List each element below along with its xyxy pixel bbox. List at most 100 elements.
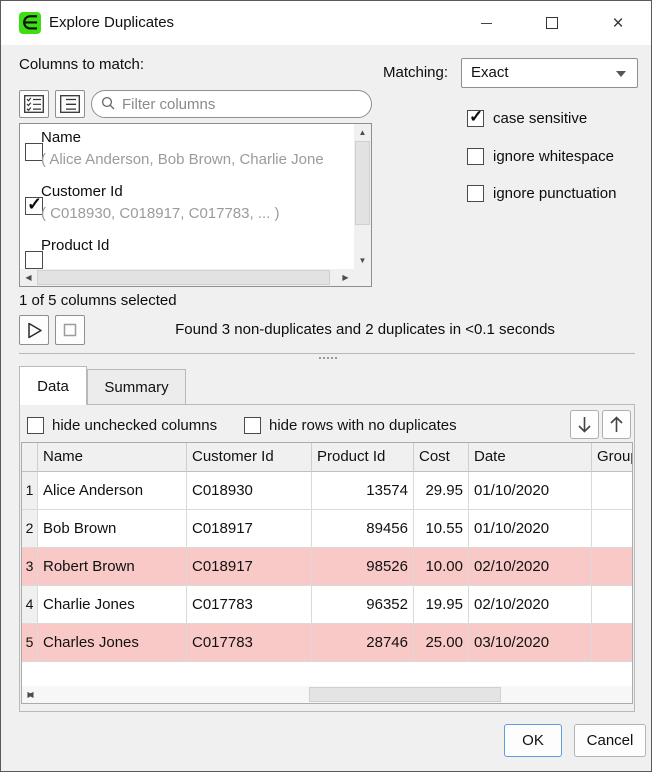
hide-rows-no-duplicates-checkbox[interactable]: [244, 417, 261, 434]
app-logo-icon: ∈: [19, 12, 41, 34]
run-result-text: Found 3 non-duplicates and 2 duplicates …: [91, 315, 639, 345]
cell-customer-id[interactable]: C018930: [187, 472, 312, 510]
cell-group[interactable]: [592, 548, 633, 586]
titlebar: ∈ Explore Duplicates ×: [1, 1, 651, 45]
vertical-scrollbar[interactable]: ▲ ▼: [354, 124, 371, 269]
header-customer-id[interactable]: Customer Id: [187, 443, 312, 472]
ok-button[interactable]: OK: [504, 724, 562, 757]
cell-cost[interactable]: 19.95: [414, 586, 469, 624]
scrollbar-thumb[interactable]: [37, 270, 330, 285]
row-number[interactable]: 3: [22, 548, 38, 586]
minimize-icon: [481, 23, 492, 24]
column-name: Name: [41, 129, 81, 146]
next-duplicate-button[interactable]: [570, 410, 599, 439]
cell-product-id[interactable]: 96352: [312, 586, 414, 624]
tab-summary[interactable]: Summary: [87, 369, 186, 405]
list-item[interactable]: Name ( Alice Anderson, Bob Brown, Charli…: [20, 124, 354, 178]
header-name[interactable]: Name: [38, 443, 187, 472]
table-horizontal-scrollbar[interactable]: ◀ ▶: [22, 686, 632, 703]
hide-unchecked-columns-option[interactable]: hide unchecked columns: [27, 417, 217, 434]
corner-header[interactable]: [22, 443, 38, 472]
maximize-button[interactable]: [529, 1, 575, 45]
cell-customer-id[interactable]: C017783: [187, 624, 312, 662]
cell-product-id[interactable]: 13574: [312, 472, 414, 510]
check-all-columns-button[interactable]: [19, 90, 49, 118]
header-group[interactable]: Group: [592, 443, 633, 472]
ignore-whitespace-label: ignore whitespace: [493, 148, 614, 165]
cell-customer-id[interactable]: C017783: [187, 586, 312, 624]
case-sensitive-label: case sensitive: [493, 110, 587, 127]
checklist-unchecked-icon: [60, 95, 80, 113]
filter-columns-input[interactable]: [91, 90, 372, 118]
ignore-punctuation-label: ignore punctuation: [493, 185, 616, 202]
horizontal-scrollbar[interactable]: ◀ ▶: [20, 269, 354, 286]
row-number[interactable]: 1: [22, 472, 38, 510]
splitter-handle[interactable]: [319, 357, 321, 359]
cell-customer-id[interactable]: C018917: [187, 510, 312, 548]
cell-cost[interactable]: 25.00: [414, 624, 469, 662]
cell-group[interactable]: [592, 472, 633, 510]
row-number[interactable]: 5: [22, 624, 38, 662]
header-product-id[interactable]: Product Id: [312, 443, 414, 472]
cell-product-id[interactable]: 89456: [312, 510, 414, 548]
cell-name[interactable]: Robert Brown: [38, 548, 187, 586]
list-item[interactable]: Product Id: [20, 232, 354, 269]
splitter-divider: [19, 353, 635, 354]
arrow-up-icon: [609, 416, 624, 433]
case-sensitive-checkbox[interactable]: [467, 110, 484, 127]
scroll-left-icon[interactable]: ◀: [20, 269, 37, 286]
close-icon: ×: [612, 14, 623, 33]
cell-customer-id[interactable]: C018917: [187, 548, 312, 586]
cell-name[interactable]: Alice Anderson: [38, 472, 187, 510]
hide-unchecked-columns-checkbox[interactable]: [27, 417, 44, 434]
minimize-button[interactable]: [463, 1, 509, 45]
scroll-right-icon[interactable]: ▶: [22, 686, 39, 703]
cell-date[interactable]: 01/10/2020: [469, 472, 592, 510]
cell-group[interactable]: [592, 586, 633, 624]
cancel-button[interactable]: Cancel: [574, 724, 646, 757]
row-number[interactable]: 2: [22, 510, 38, 548]
tab-data[interactable]: Data: [19, 366, 87, 405]
cell-group[interactable]: [592, 510, 633, 548]
matching-dropdown[interactable]: Exact: [461, 58, 638, 88]
row-number[interactable]: 4: [22, 586, 38, 624]
header-cost[interactable]: Cost: [414, 443, 469, 472]
cell-name[interactable]: Charles Jones: [38, 624, 187, 662]
cell-name[interactable]: Bob Brown: [38, 510, 187, 548]
previous-duplicate-button[interactable]: [602, 410, 631, 439]
ignore-punctuation-option[interactable]: ignore punctuation: [467, 185, 616, 202]
stop-button[interactable]: [55, 315, 85, 345]
scroll-down-icon[interactable]: ▼: [354, 252, 371, 269]
case-sensitive-option[interactable]: case sensitive: [467, 110, 587, 127]
cell-product-id[interactable]: 98526: [312, 548, 414, 586]
chevron-down-icon: [616, 71, 626, 77]
cell-date[interactable]: 03/10/2020: [469, 624, 592, 662]
cell-cost[interactable]: 10.00: [414, 548, 469, 586]
cell-date[interactable]: 01/10/2020: [469, 510, 592, 548]
scroll-right-icon[interactable]: ▶: [337, 269, 354, 286]
columns-list: Name ( Alice Anderson, Bob Brown, Charli…: [19, 123, 372, 287]
columns-list-items: Name ( Alice Anderson, Bob Brown, Charli…: [20, 124, 354, 269]
cell-cost[interactable]: 10.55: [414, 510, 469, 548]
ignore-whitespace-checkbox[interactable]: [467, 148, 484, 165]
maximize-icon: [546, 17, 558, 29]
scroll-up-icon[interactable]: ▲: [354, 124, 371, 141]
scrollbar-thumb[interactable]: [309, 687, 501, 702]
cell-name[interactable]: Charlie Jones: [38, 586, 187, 624]
list-item[interactable]: Customer Id ( C018930, C018917, C017783,…: [20, 178, 354, 232]
cell-date[interactable]: 02/10/2020: [469, 586, 592, 624]
header-date[interactable]: Date: [469, 443, 592, 472]
arrow-down-icon: [577, 416, 592, 433]
hide-rows-no-duplicates-option[interactable]: hide rows with no duplicates: [244, 417, 457, 434]
uncheck-all-columns-button[interactable]: [55, 90, 85, 118]
cell-product-id[interactable]: 28746: [312, 624, 414, 662]
ignore-whitespace-option[interactable]: ignore whitespace: [467, 148, 614, 165]
close-button[interactable]: ×: [595, 1, 641, 45]
scrollbar-thumb[interactable]: [355, 141, 370, 225]
cell-date[interactable]: 02/10/2020: [469, 548, 592, 586]
cell-group[interactable]: [592, 624, 633, 662]
matching-selected-value: Exact: [471, 64, 509, 81]
ignore-punctuation-checkbox[interactable]: [467, 185, 484, 202]
run-button[interactable]: [19, 315, 49, 345]
cell-cost[interactable]: 29.95: [414, 472, 469, 510]
